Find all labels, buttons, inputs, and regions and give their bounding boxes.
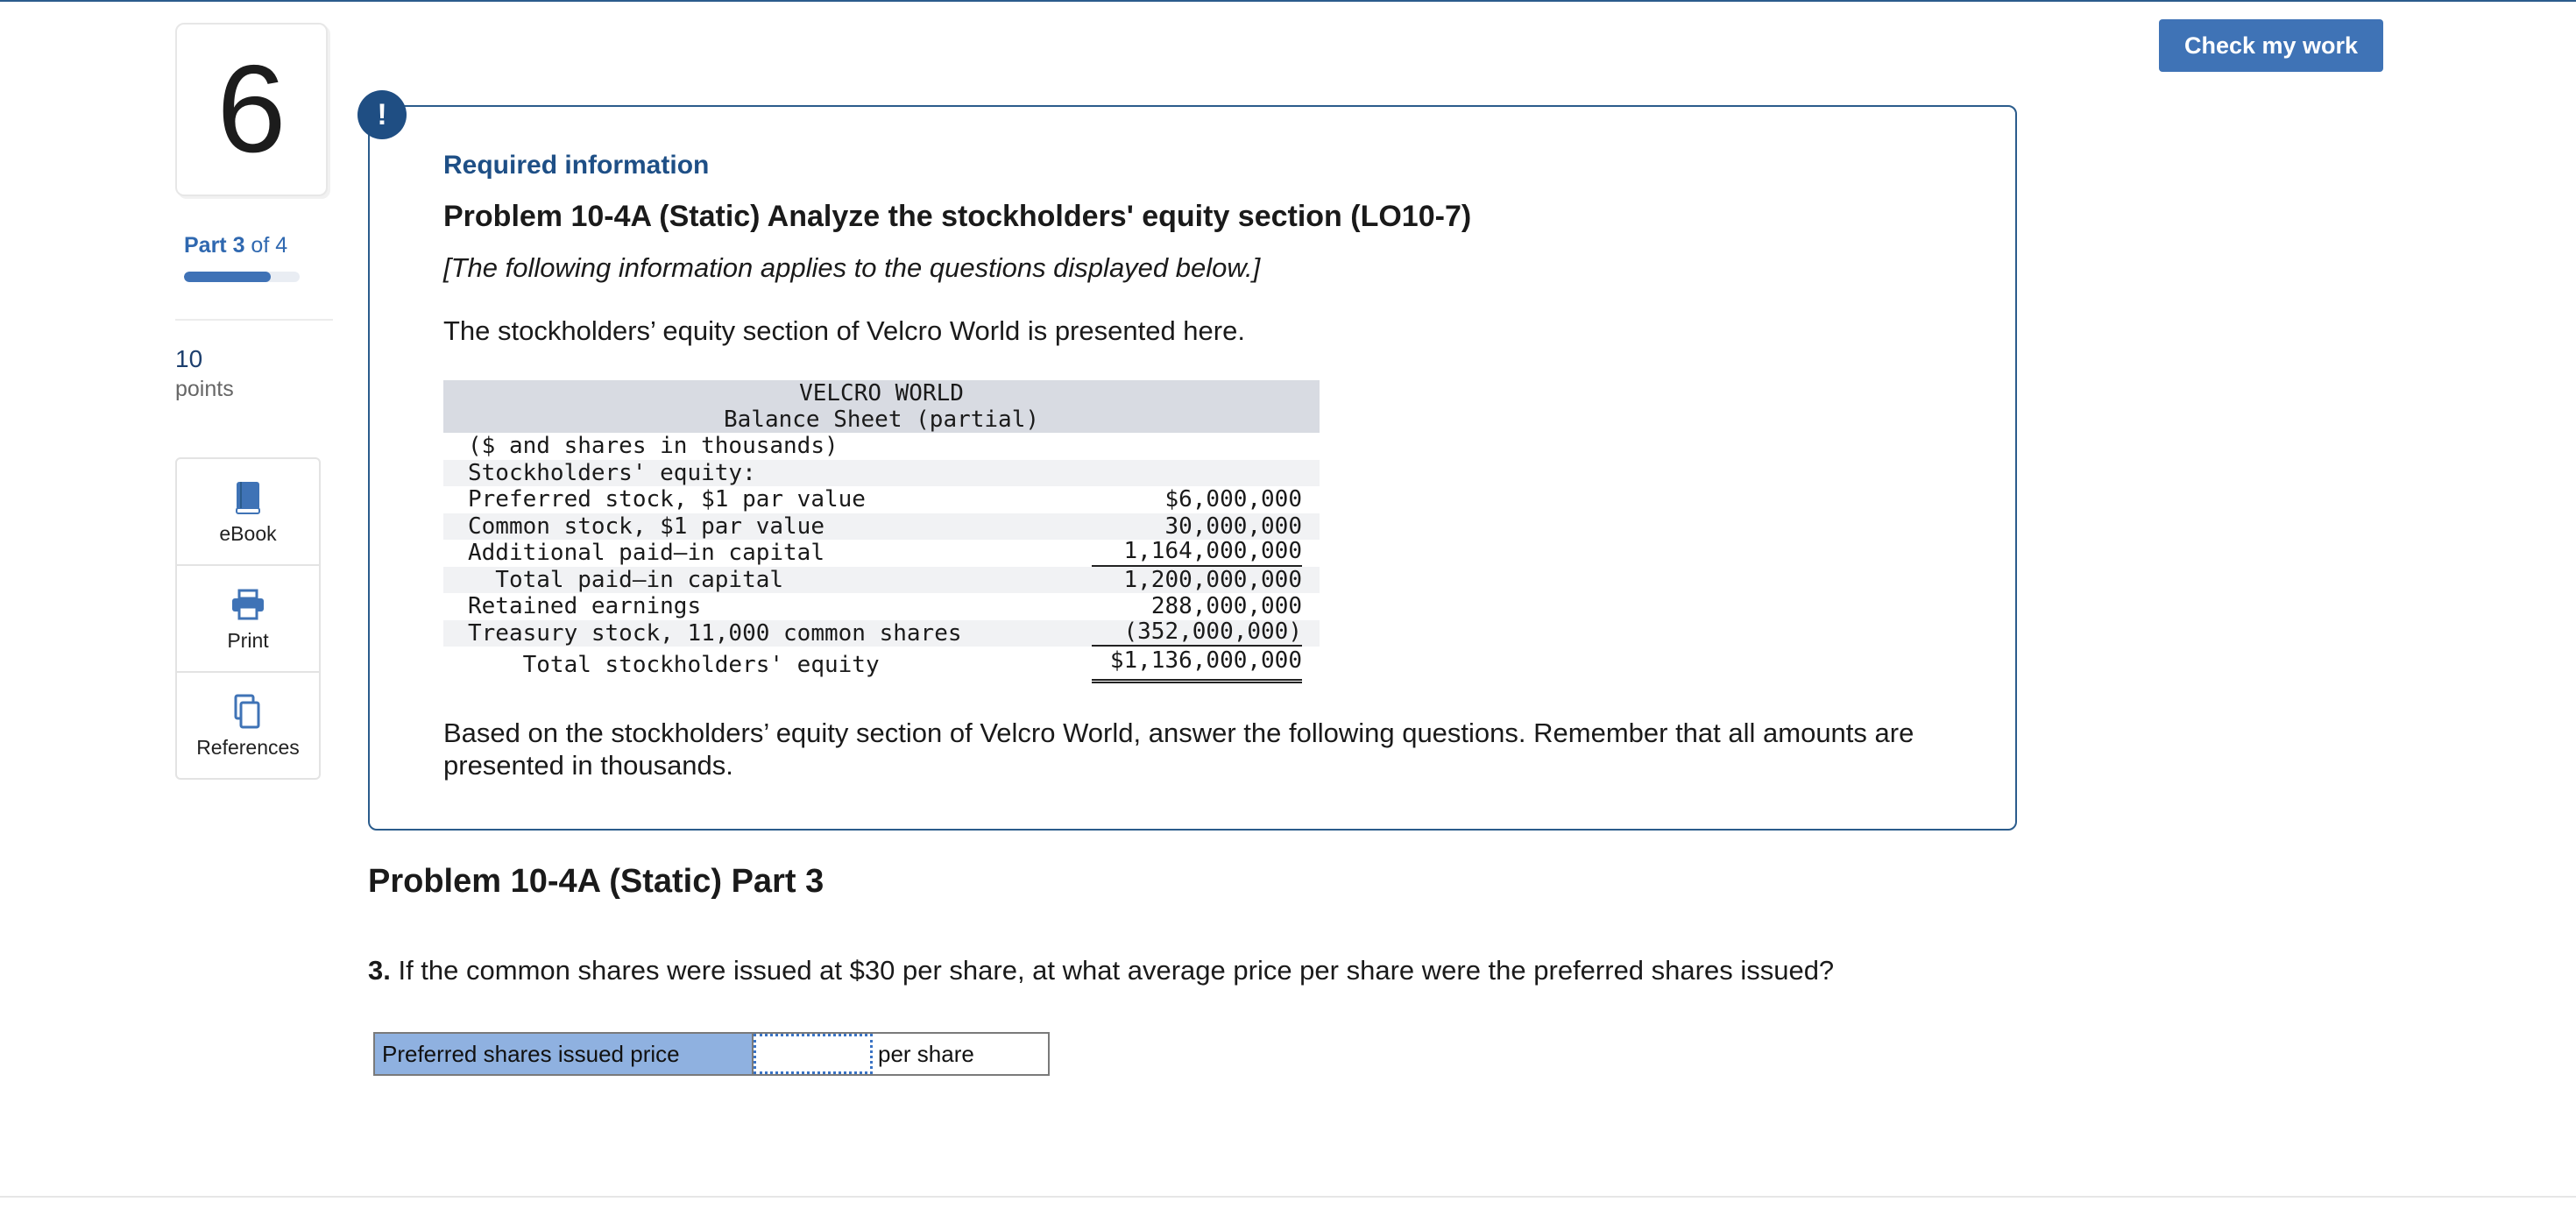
check-my-work-button[interactable]: Check my work (2159, 19, 2383, 72)
answer-table: Preferred shares issued price per share (373, 1032, 1050, 1076)
part-progress-fill (184, 272, 271, 282)
preferred-price-input[interactable] (754, 1034, 873, 1074)
print-button[interactable]: Print (177, 566, 319, 673)
table-row: Total paid–in capital 1,200,000,000 (443, 566, 1320, 593)
references-label: References (196, 735, 300, 759)
ebook-button[interactable]: eBook (177, 459, 319, 566)
balance-sheet-header: VELCRO WORLD Balance Sheet (partial) (443, 380, 1320, 433)
bottom-rule (0, 1196, 2576, 1198)
row-label: ($ and shares in thousands) (468, 433, 839, 459)
part-total: of 4 (244, 233, 288, 258)
row-amount: 1,164,000,000 (1092, 538, 1302, 567)
closing-text: Based on the stockholders’ equity sectio… (443, 718, 1914, 781)
problem-title: Problem 10-4A (Static) Analyze the stock… (443, 200, 1472, 233)
row-amount: 30,000,000 (1164, 513, 1302, 540)
question-body: If the common shares were issued at $30 … (390, 955, 1835, 986)
print-label: Print (227, 628, 269, 652)
question-number: 6 (175, 23, 328, 196)
statement-name: Balance Sheet (partial) (723, 407, 1040, 433)
answer-label: Preferred shares issued price (375, 1034, 754, 1074)
alert-icon: ! (357, 90, 407, 139)
company-name: VELCRO WORLD (799, 380, 964, 407)
question-number-label: 3. (368, 955, 391, 986)
points-label: points (175, 377, 234, 401)
tools-panel: eBook Print References (175, 457, 321, 780)
answer-unit: per share (878, 1040, 974, 1067)
documents-icon (234, 694, 260, 728)
ebook-label: eBook (219, 521, 277, 545)
part-title: Problem 10-4A (Static) Part 3 (368, 863, 824, 900)
table-row: Retained earnings 288,000,000 (443, 593, 1320, 620)
top-rule (0, 0, 2576, 2)
intro-text: The stockholders’ equity section of Velc… (443, 315, 1245, 346)
question-text: 3. If the common shares were issued at $… (368, 955, 1834, 986)
divider (175, 319, 333, 321)
printer-icon (232, 589, 264, 619)
part-current: Part 3 (184, 233, 245, 258)
row-label: Stockholders' equity: (468, 459, 756, 486)
part-indicator: Part 3 of 4 (184, 233, 287, 258)
part-progress-bar (184, 272, 300, 282)
table-row: Additional paid–in capital 1,164,000,000 (443, 538, 1320, 567)
row-amount: 288,000,000 (1150, 593, 1302, 619)
table-row: Stockholders' equity: (443, 459, 1320, 486)
book-icon (236, 481, 260, 514)
row-label: Total paid–in capital (468, 566, 784, 593)
row-amount: 1,200,000,000 (1123, 566, 1303, 593)
row-amount: $6,000,000 (1164, 486, 1302, 513)
row-amount: $1,136,000,000 (1092, 642, 1302, 683)
row-label: Total stockholders' equity (468, 652, 880, 678)
references-button[interactable]: References (177, 673, 319, 778)
table-row: ($ and shares in thousands) (443, 433, 1320, 460)
table-row: Common stock, $1 par value 30,000,000 (443, 513, 1320, 540)
required-info-heading: Required information (443, 151, 710, 180)
table-row: Total stockholders' equity $1,136,000,00… (443, 647, 1320, 683)
row-label: Treasury stock, 11,000 common shares (468, 619, 962, 647)
balance-sheet: VELCRO WORLD Balance Sheet (partial) ($ … (443, 380, 1320, 683)
row-label: Additional paid–in capital (468, 540, 824, 566)
applies-note: [The following information applies to th… (443, 252, 1261, 283)
row-label: Retained earnings (468, 593, 702, 619)
row-label: Common stock, $1 par value (468, 513, 824, 540)
table-row: Preferred stock, $1 par value $6,000,000 (443, 486, 1320, 513)
row-label: Preferred stock, $1 par value (468, 486, 866, 513)
points-value: 10 (175, 345, 203, 372)
